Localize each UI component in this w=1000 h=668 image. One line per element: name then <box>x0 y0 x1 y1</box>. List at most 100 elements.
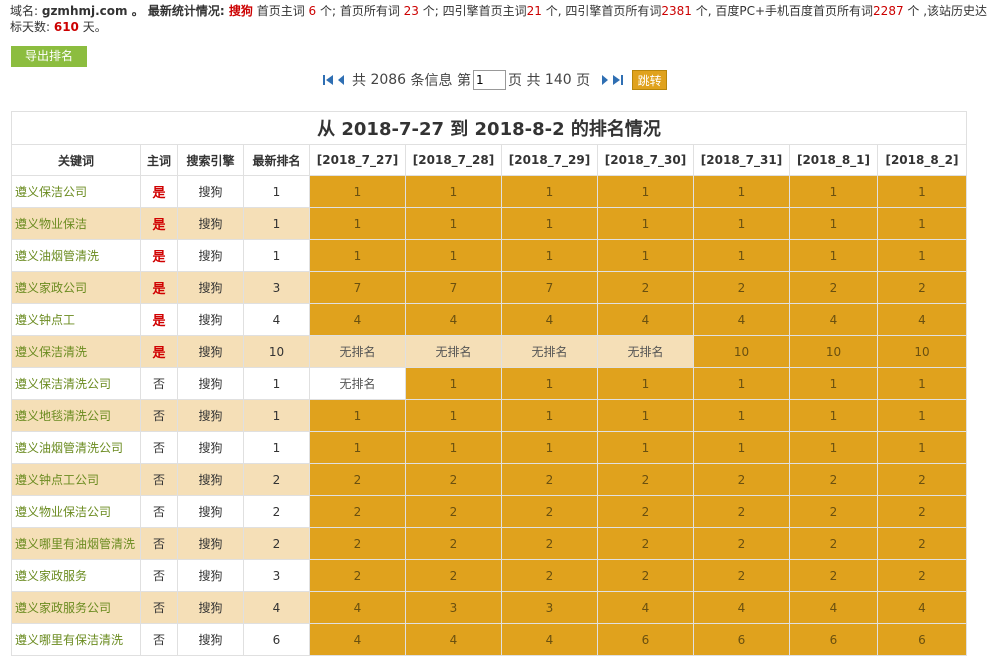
rank-cell: 1 <box>597 239 694 272</box>
history-days: 610 <box>53 20 79 34</box>
rank-cell: 10 <box>789 335 878 368</box>
main-word-flag: 否 <box>140 399 178 432</box>
rank-cell: 2 <box>501 559 598 592</box>
keyword-link[interactable]: 遵义物业保洁 <box>11 207 141 240</box>
search-engine: 搜狗 <box>177 207 244 240</box>
rank-cell: 1 <box>309 207 406 240</box>
keyword-link[interactable]: 遵义保洁清洗 <box>11 335 141 368</box>
rank-cell: 6 <box>597 623 694 656</box>
latest-rank: 4 <box>243 303 310 336</box>
rank-cell: 2 <box>597 527 694 560</box>
rank-cell: 1 <box>405 431 502 464</box>
table-row: 遵义地毯清洗公司否搜狗 1 1 1 1 1 1 1 1 <box>11 399 967 432</box>
first-page-icon[interactable] <box>322 73 334 87</box>
rank-cell: 2 <box>693 271 790 304</box>
keyword-link[interactable]: 遵义家政公司 <box>11 271 141 304</box>
rank-cell: 6 <box>877 623 967 656</box>
rank-cell: 1 <box>877 239 967 272</box>
keyword-link[interactable]: 遵义油烟管清洗 <box>11 239 141 272</box>
rank-cell: 2 <box>309 495 406 528</box>
rank-cell: 2 <box>877 463 967 496</box>
next-page-icon[interactable] <box>600 73 610 87</box>
rank-cell: 4 <box>309 591 406 624</box>
rank-cell: 1 <box>789 399 878 432</box>
keyword-link[interactable]: 遵义哪里有油烟管清洗 <box>11 527 141 560</box>
latest-rank: 1 <box>243 431 310 464</box>
rank-cell: 4 <box>501 623 598 656</box>
keyword-link[interactable]: 遵义钟点工 <box>11 303 141 336</box>
main-word-flag: 否 <box>140 591 178 624</box>
rank-cell: 4 <box>693 303 790 336</box>
rank-cell: 1 <box>405 207 502 240</box>
page-number-input[interactable] <box>473 70 506 90</box>
table-row: 遵义哪里有保洁清洗否搜狗 6 4 4 4 6 6 6 6 <box>11 623 967 656</box>
column-header: [2018_7_30] <box>597 144 694 176</box>
keyword-link[interactable]: 遵义家政服务 <box>11 559 141 592</box>
keyword-link[interactable]: 遵义油烟管清洗公司 <box>11 431 141 464</box>
rank-cell: 1 <box>309 431 406 464</box>
keyword-link[interactable]: 遵义保洁清洗公司 <box>11 367 141 400</box>
rank-cell: 1 <box>693 399 790 432</box>
ranking-table: 从 2018-7-27 到 2018-8-2 的排名情况 关键词 主词 搜索引擎 最新… <box>11 111 967 656</box>
search-engine: 搜狗 <box>177 271 244 304</box>
column-header: 搜索引擎 <box>177 144 244 176</box>
search-engine: 搜狗 <box>177 559 244 592</box>
latest-rank: 4 <box>243 591 310 624</box>
rank-cell: 4 <box>789 303 878 336</box>
latest-rank: 1 <box>243 175 310 208</box>
search-engine: 搜狗 <box>177 367 244 400</box>
keyword-link[interactable]: 遵义物业保洁公司 <box>11 495 141 528</box>
table-row: 遵义家政公司是搜狗 3 7 7 7 2 2 2 2 <box>11 271 967 304</box>
jump-button[interactable]: 跳转 <box>632 70 668 90</box>
rank-cell: 2 <box>693 527 790 560</box>
main-word-flag: 否 <box>140 559 178 592</box>
prev-page-icon[interactable] <box>336 73 346 87</box>
rank-cell: 2 <box>597 559 694 592</box>
rank-cell: 1 <box>501 431 598 464</box>
rank-cell: 4 <box>309 623 406 656</box>
total-records: 2086 <box>370 72 407 88</box>
last-page-icon[interactable] <box>612 73 624 87</box>
search-engine: 搜狗 <box>177 303 244 336</box>
latest-rank: 3 <box>243 271 310 304</box>
rank-cell: 2 <box>501 527 598 560</box>
keyword-link[interactable]: 遵义家政服务公司 <box>11 591 141 624</box>
rank-cell: 2 <box>405 559 502 592</box>
rank-cell: 1 <box>501 239 598 272</box>
latest-rank: 1 <box>243 239 310 272</box>
main-word-flag: 是 <box>140 239 178 272</box>
main-word-flag: 否 <box>140 367 178 400</box>
rank-cell: 1 <box>597 367 694 400</box>
rank-cell: 1 <box>405 175 502 208</box>
rank-cell: 1 <box>693 175 790 208</box>
table-row: 遵义保洁清洗是搜狗 10 无排名 无排名 无排名 无排名 10 10 10 <box>11 335 967 368</box>
keyword-link[interactable]: 遵义哪里有保洁清洗 <box>11 623 141 656</box>
keyword-link[interactable]: 遵义保洁公司 <box>11 175 141 208</box>
rank-cell: 2 <box>877 271 967 304</box>
column-header: [2018_7_29] <box>501 144 598 176</box>
rank-cell: 3 <box>501 591 598 624</box>
export-ranking-button[interactable]: 导出排名 <box>11 46 87 67</box>
rank-cell: 1 <box>501 367 598 400</box>
rank-cell: 2 <box>405 527 502 560</box>
latest-rank: 6 <box>243 623 310 656</box>
column-header: [2018_8_2] <box>877 144 967 176</box>
rank-cell: 2 <box>877 559 967 592</box>
table-row: 遵义钟点工公司否搜狗 2 2 2 2 2 2 2 2 <box>11 463 967 496</box>
rank-cell: 2 <box>309 559 406 592</box>
latest-rank: 2 <box>243 463 310 496</box>
keyword-link[interactable]: 遵义钟点工公司 <box>11 463 141 496</box>
main-word-flag: 否 <box>140 527 178 560</box>
main-word-flag: 是 <box>140 207 178 240</box>
rank-cell: 1 <box>597 207 694 240</box>
table-row: 遵义家政服务公司否搜狗 4 4 3 3 4 4 4 4 <box>11 591 967 624</box>
rank-cell: 1 <box>597 399 694 432</box>
rank-cell: 1 <box>789 207 878 240</box>
rank-cell: 4 <box>877 591 967 624</box>
rank-cell: 1 <box>501 175 598 208</box>
baidu-all-count: 2287 <box>873 4 904 18</box>
main-word-flag: 是 <box>140 175 178 208</box>
main-word-flag: 否 <box>140 623 178 656</box>
keyword-link[interactable]: 遵义地毯清洗公司 <box>11 399 141 432</box>
latest-rank: 10 <box>243 335 310 368</box>
